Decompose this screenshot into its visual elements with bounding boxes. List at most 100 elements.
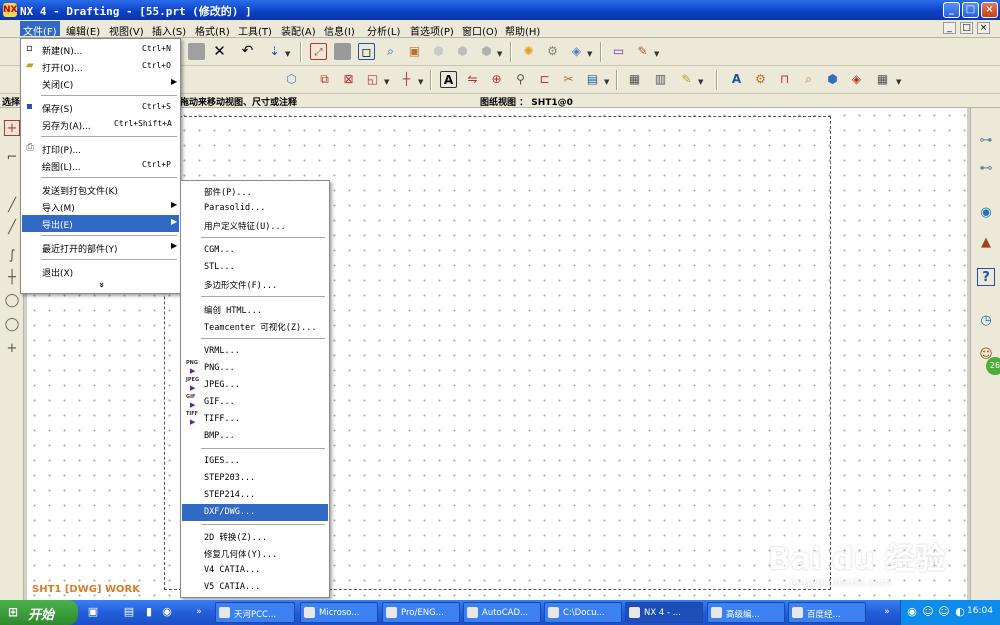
select-filter-dropdown-icon[interactable]: ▼ bbox=[285, 50, 290, 58]
training-icon[interactable]: ▲ bbox=[977, 234, 995, 252]
parts-list-icon[interactable]: ▥ bbox=[652, 71, 669, 88]
model-icon[interactable]: ⬢ bbox=[824, 71, 841, 88]
centerline-dropdown-icon[interactable]: ▼ bbox=[418, 78, 423, 86]
web-browser-icon[interactable]: ◉ bbox=[977, 204, 995, 222]
edit-style-icon[interactable]: ✎ bbox=[678, 71, 695, 88]
export-item-v4-catia[interactable]: V4 CATIA... bbox=[182, 562, 328, 579]
snap-dropdown-icon[interactable]: ▼ bbox=[587, 50, 592, 58]
iso-view-icon[interactable]: ⬢ bbox=[478, 43, 495, 60]
annotation-dropdown-icon[interactable]: ▼ bbox=[604, 78, 609, 86]
export-item-repair-geometry[interactable]: 修复几何体(Y)... bbox=[182, 545, 328, 562]
menu-file[interactable]: 文件(F) bbox=[20, 21, 60, 38]
assembly-navigator-icon[interactable]: ⊶ bbox=[977, 132, 995, 150]
zoom-window-icon[interactable]: ◻ bbox=[358, 43, 375, 60]
taskbar-button-proe[interactable]: Pro/ENG... bbox=[382, 602, 460, 623]
doc-restore-button[interactable]: □ bbox=[960, 22, 973, 34]
taskbar-button-documents[interactable]: C:\Docu... bbox=[544, 602, 622, 623]
taskbar-button-editor[interactable]: 高级编... bbox=[707, 602, 785, 623]
projected-view-icon[interactable]: ⧉ bbox=[316, 71, 333, 88]
wireframe-view-icon[interactable]: ⬢ bbox=[454, 43, 471, 60]
export-item-step203[interactable]: STEP203... bbox=[182, 470, 328, 487]
history-clock-icon[interactable]: ◷ bbox=[977, 312, 995, 330]
taskbar-button-microsoft[interactable]: Microso... bbox=[300, 602, 378, 623]
settings-gear-icon[interactable]: ⚙ bbox=[752, 71, 769, 88]
table-icon[interactable]: ▦ bbox=[626, 71, 643, 88]
circle-icon[interactable]: ◯ bbox=[4, 317, 20, 333]
zoom-box-icon[interactable] bbox=[334, 43, 351, 60]
view-dropdown-icon[interactable]: ▼ bbox=[497, 50, 502, 58]
tray-qq2-icon[interactable]: ☺ bbox=[937, 605, 951, 619]
fit-view-icon[interactable]: ⤢ bbox=[310, 43, 327, 60]
title-bar[interactable]: NX NX 4 - Drafting - [55.prt (修改的) ] _ □… bbox=[0, 0, 1000, 20]
menu-analysis[interactable]: 分析(L) bbox=[367, 23, 400, 38]
id-symbol-icon[interactable]: ⚲ bbox=[512, 71, 529, 88]
tray-network-icon[interactable]: ◉ bbox=[905, 605, 919, 619]
menu-preferences[interactable]: 首选项(P) bbox=[410, 23, 454, 38]
format-dropdown-icon[interactable]: ▼ bbox=[896, 78, 901, 86]
pivot-icon[interactable]: ┼ bbox=[4, 270, 20, 286]
layer-icon[interactable]: ◈ bbox=[848, 71, 865, 88]
taskbar-button-pcc[interactable]: 天河PCC... bbox=[215, 602, 295, 623]
line-icon[interactable]: ╱ bbox=[4, 198, 20, 214]
export-item-vrml[interactable]: VRML... bbox=[182, 343, 328, 360]
export-item-tiff[interactable]: TIFF ▶ TIFF... bbox=[182, 411, 328, 428]
menu-item-print[interactable]: ⎙ 打印(P)... bbox=[22, 140, 179, 157]
export-item-html[interactable]: 编创 HTML... bbox=[182, 301, 328, 318]
menu-item-import[interactable]: 导入(M) ▶ bbox=[22, 198, 179, 215]
menu-help[interactable]: 帮助(H) bbox=[505, 23, 540, 38]
export-item-bmp[interactable]: BMP... bbox=[182, 428, 328, 445]
origin-icon[interactable]: ⊓ bbox=[776, 71, 793, 88]
menu-item-plot[interactable]: 绘图(L)... Ctrl+P bbox=[22, 157, 179, 174]
menu-item-recent-parts[interactable]: 最近打开的部件(Y) ▶ bbox=[22, 239, 179, 256]
export-item-stl[interactable]: STL... bbox=[182, 259, 328, 276]
export-item-udf[interactable]: 用户定义特征(U)... bbox=[182, 217, 328, 234]
quicklaunch-folder-icon[interactable]: ▣ bbox=[86, 605, 100, 619]
centerline-icon[interactable]: ┼ bbox=[398, 71, 415, 88]
doc-close-button[interactable]: × bbox=[977, 22, 990, 34]
circle-center-icon[interactable]: ◯ bbox=[4, 293, 20, 309]
undo-icon[interactable]: ↶ bbox=[239, 43, 256, 60]
export-item-polygon[interactable]: 多边形文件(F)... bbox=[182, 276, 328, 293]
menu-item-save-as[interactable]: 另存为(A)... Ctrl+Shift+A bbox=[22, 116, 179, 133]
pan-icon[interactable]: ▣ bbox=[406, 43, 423, 60]
menu-format[interactable]: 格式(R) bbox=[195, 23, 230, 38]
select-filter-icon[interactable]: ⇣ bbox=[266, 43, 283, 60]
tray-volume-icon[interactable]: ◐ bbox=[953, 605, 967, 619]
measure-icon[interactable]: ⚙ bbox=[544, 43, 561, 60]
surface-finish-icon[interactable]: ⊏ bbox=[536, 71, 553, 88]
sheet-dropdown-icon[interactable]: ▼ bbox=[654, 50, 659, 58]
quicklaunch-more-icon[interactable]: » bbox=[192, 605, 206, 619]
export-item-cgm[interactable]: CGM... bbox=[182, 242, 328, 259]
section-view-icon[interactable]: ⊠ bbox=[340, 71, 357, 88]
point-constructor-icon[interactable]: + bbox=[4, 120, 20, 136]
style-dropdown-icon[interactable]: ▼ bbox=[698, 78, 703, 86]
view-tools-dropdown-icon[interactable]: ▼ bbox=[384, 78, 389, 86]
menu-window[interactable]: 窗口(O) bbox=[462, 23, 498, 38]
menu-assembly[interactable]: 装配(A) bbox=[281, 23, 316, 38]
menu-item-send-to-package[interactable]: 发送到打包文件(K) bbox=[22, 181, 179, 198]
menu-item-open[interactable]: ▰ 打开(O)... Ctrl+O bbox=[22, 58, 179, 75]
note-icon[interactable]: A bbox=[440, 71, 457, 88]
export-item-teamcenter[interactable]: Teamcenter 可视化(Z)... bbox=[182, 318, 328, 335]
polyline-icon[interactable]: ╱ bbox=[4, 220, 20, 236]
drawing-sheet-icon[interactable]: ▭ bbox=[610, 43, 627, 60]
quicklaunch-media-icon[interactable]: ▮ bbox=[142, 605, 156, 619]
menu-item-save[interactable]: ▪ 保存(S) Ctrl+S bbox=[22, 99, 179, 116]
quicklaunch-ie-icon[interactable]: ◉ bbox=[160, 605, 174, 619]
weld-symbol-icon[interactable]: ✂ bbox=[560, 71, 577, 88]
taskbar-button-nx[interactable]: NX 4 - ... bbox=[625, 602, 703, 623]
part-navigator-icon[interactable]: ⊷ bbox=[977, 160, 995, 178]
zoom-icon[interactable]: ⌕ bbox=[382, 43, 399, 60]
snap-icon[interactable]: ◈ bbox=[568, 43, 585, 60]
search-icon[interactable]: ⌕ bbox=[800, 71, 817, 88]
taskbar-button-baidu[interactable]: 百度经... bbox=[788, 602, 866, 623]
quicklaunch-desktop-icon[interactable]: ▤ bbox=[122, 605, 136, 619]
maximize-button[interactable]: □ bbox=[962, 2, 979, 18]
doc-minimize-button[interactable]: _ bbox=[943, 22, 956, 34]
export-item-v5-catia[interactable]: V5 CATIA... bbox=[182, 579, 328, 596]
image-icon[interactable]: ▤ bbox=[584, 71, 601, 88]
datum-icon[interactable]: ⊕ bbox=[488, 71, 505, 88]
menu-insert[interactable]: 插入(S) bbox=[152, 23, 186, 38]
start-button[interactable]: ⊞ 开始 bbox=[0, 600, 78, 625]
menu-info[interactable]: 信息(I) bbox=[324, 23, 355, 38]
